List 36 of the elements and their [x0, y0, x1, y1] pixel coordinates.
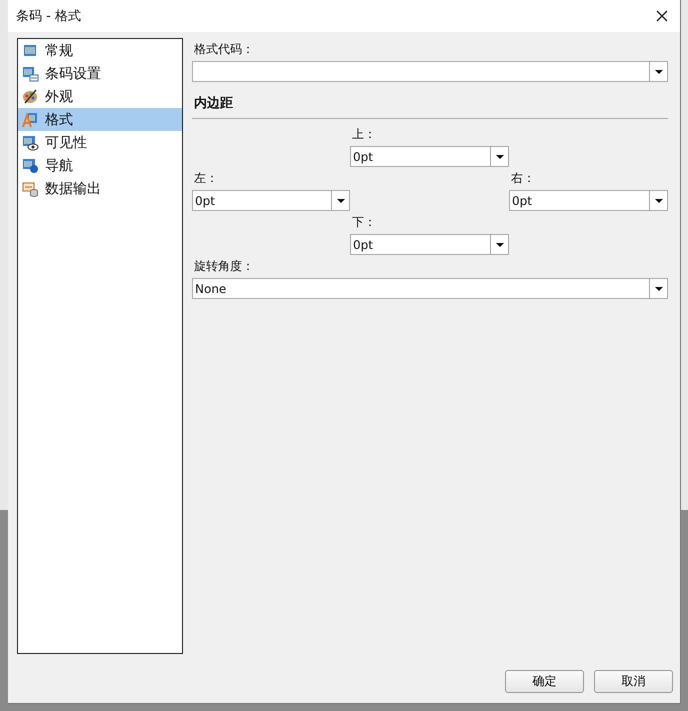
field-label: 上： — [352, 126, 377, 142]
dialog-button[interactable]: 取消 — [594, 670, 673, 693]
dropdown-field[interactable]: 0pt — [350, 234, 509, 255]
database-icon — [22, 180, 39, 197]
sidebar-item[interactable]: 可见性 — [18, 131, 182, 154]
dropdown-arrow-icon[interactable] — [496, 242, 504, 246]
sidebar-item[interactable]: 常规 — [18, 39, 182, 62]
sidebar-item[interactable]: 导航 — [18, 154, 182, 177]
field-label: 格式代码： — [194, 41, 255, 57]
dropdown-field[interactable]: 0pt — [350, 146, 509, 167]
dropdown-field[interactable]: None — [192, 278, 668, 299]
palette-icon — [22, 88, 39, 105]
window-title: 条码 - 格式 — [16, 8, 81, 25]
sidebar-item[interactable]: 数据输出 — [18, 177, 182, 200]
close-icon[interactable] — [656, 10, 668, 22]
field-label: 右： — [511, 170, 536, 186]
field-label: 旋转角度： — [194, 258, 255, 274]
sidebar-item[interactable]: 条码设置 — [18, 62, 182, 85]
dropdown-arrow-icon[interactable] — [654, 286, 662, 290]
field-label: 左： — [194, 170, 219, 186]
dialog-button[interactable]: 确定 — [505, 670, 584, 693]
dropdown-arrow-icon[interactable] — [654, 198, 662, 202]
dropdown-field[interactable]: 0pt — [192, 190, 350, 211]
letter-barcode-icon — [22, 111, 39, 128]
barcode-icon — [22, 65, 39, 82]
dropdown-arrow-icon[interactable] — [496, 154, 504, 158]
sidebar-item[interactable]: 格式 — [18, 108, 182, 131]
dropdown-field[interactable] — [192, 61, 668, 82]
sidebar-item[interactable]: 外观 — [18, 85, 182, 108]
section-heading: 内边距 — [194, 95, 234, 112]
barcode-icon — [22, 42, 39, 59]
dropdown-arrow-icon[interactable] — [336, 198, 344, 202]
field-label: 下： — [352, 214, 377, 230]
dropdown-arrow-icon[interactable] — [654, 70, 662, 74]
dropdown-field[interactable]: 0pt — [509, 190, 668, 211]
barcode-eye-icon — [22, 134, 39, 151]
